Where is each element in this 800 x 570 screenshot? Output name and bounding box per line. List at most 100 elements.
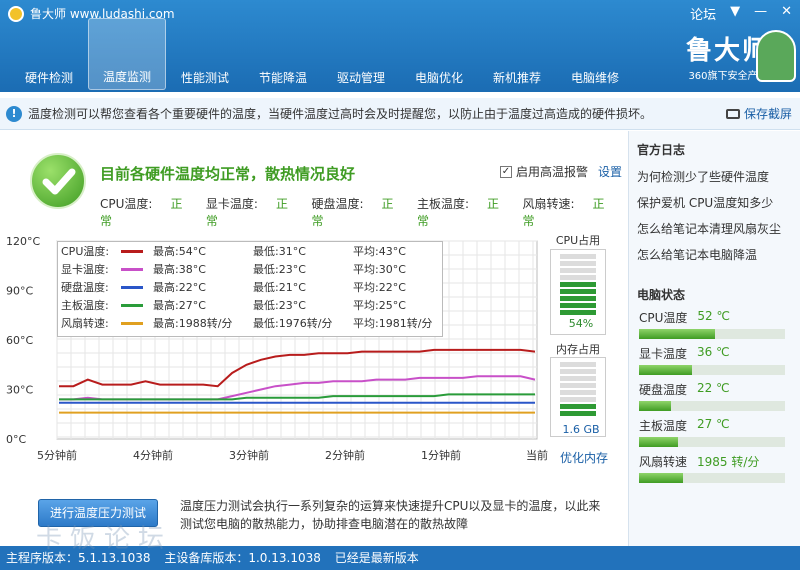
legend-max: 最高:38°C [153, 263, 206, 276]
screen-broom-icon [417, 23, 461, 65]
pc-status-bar-fill [639, 437, 679, 447]
legend-swatch [121, 303, 143, 307]
x-tick-label: 当前 [526, 448, 548, 462]
news-list: 为何检测少了些硬件温度 保护爱机 CPU温度知多少 怎么给笔记本清理风扇灰尘 怎… [629, 164, 800, 268]
legend-row: 风扇转速: 最高:1988转/分 最低:1976转/分 平均:1981转/分 [58, 314, 442, 332]
legend-swatch [121, 267, 143, 271]
news-item[interactable]: 为何检测少了些硬件温度 [637, 164, 800, 190]
x-tick-label: 3分钟前 [229, 448, 269, 462]
pc-status-bar [639, 401, 785, 411]
news-title: 官方日志 [637, 143, 686, 157]
meter-segment [560, 390, 596, 395]
meter-segment [560, 254, 596, 259]
pc-status-item: 主板温度 27 ℃ [629, 417, 800, 447]
legend-avg: 平均:30°C [353, 263, 406, 276]
pc-status-title: 电脑状态 [637, 288, 686, 302]
meter-segment [560, 268, 596, 273]
pc-status-bar-fill [639, 401, 672, 411]
info-icon: ! [6, 105, 22, 122]
pc-status-label: 风扇转速 [639, 455, 688, 469]
meter-segment [560, 275, 596, 280]
pc-status-label: 显卡温度 [639, 347, 688, 361]
pc-status-value: 22 ℃ [697, 381, 730, 395]
menu-icon[interactable]: ▼ [730, 4, 740, 23]
optimize-memory-link[interactable]: 优化内存 [560, 449, 608, 466]
close-icon[interactable]: ✕ [781, 4, 792, 23]
pc-status-bar-fill [639, 365, 692, 375]
pc-status-label: 硬盘温度 [639, 383, 688, 397]
tab-pc-optimize[interactable]: 电脑优化 [400, 18, 478, 90]
save-screenshot-button[interactable]: 保存截屏 [725, 105, 792, 122]
pc-status-bar [639, 329, 785, 339]
thermometer-icon [105, 22, 149, 64]
meter-segment [560, 289, 596, 294]
x-tick-label: 5分钟前 [37, 448, 77, 462]
pc-status-value: 52 ℃ [697, 309, 730, 323]
pc-status-bar-fill [639, 473, 683, 483]
tab-temperature-monitor[interactable]: 温度监测 [88, 18, 166, 90]
legend-name: CPU温度: [61, 245, 110, 258]
pc-status-item: 硬盘温度 22 ℃ [629, 381, 800, 411]
x-tick-label: 1分钟前 [421, 448, 461, 462]
meter-segment [560, 261, 596, 266]
y-tick-label: 0°C [6, 433, 26, 446]
meter-segment [560, 397, 596, 402]
tab-label: 电脑优化 [414, 71, 463, 85]
news-item[interactable]: 保护爱机 CPU温度知多少 [637, 190, 800, 216]
pc-status-value: 27 ℃ [697, 417, 730, 431]
legend-swatch [121, 285, 143, 289]
legend-avg: 平均:22°C [353, 281, 406, 294]
legend-avg: 平均:25°C [353, 299, 406, 312]
legend-max: 最高:1988转/分 [153, 317, 233, 330]
legend-swatch [121, 249, 143, 253]
cpu-usage-value: 54% [568, 317, 594, 330]
meter-segment [560, 404, 596, 409]
meter-segment [560, 362, 596, 367]
news-item[interactable]: 怎么给笔记本清理风扇灰尘 [637, 216, 800, 242]
legend-avg: 平均:1981转/分 [353, 317, 433, 330]
legend-row: 硬盘温度: 最高:22°C 最低:21°C 平均:22°C [58, 278, 442, 296]
legend-name: 显卡温度: [61, 263, 109, 276]
legend-swatch [121, 321, 143, 325]
pc-status-value: 1985 转/分 [697, 455, 760, 469]
tab-driver-management[interactable]: 驱动管理 [322, 18, 400, 90]
tab-new-machine[interactable]: 新机推荐 [478, 18, 556, 90]
tab-pc-repair[interactable]: 电脑维修 [556, 18, 634, 90]
main-panel: 目前各硬件温度均正常，散热情况良好 ✓ 启用高温报警 设置 CPU温度: 正常 显… [0, 131, 628, 546]
minimize-icon[interactable]: — [754, 4, 767, 23]
watermark: 卡饭论坛 [36, 524, 173, 554]
info-text: 温度检测可以帮您查看各个重要硬件的温度，当硬件温度过高时会及时提醒您，以防止由于… [28, 107, 653, 121]
update-status: 已经是最新版本 [334, 551, 419, 565]
legend-name: 风扇转速: [61, 317, 109, 330]
x-tick-label: 2分钟前 [325, 448, 365, 462]
pc-status-bar [639, 473, 785, 483]
tab-label: 温度监测 [102, 70, 151, 84]
tab-label: 性能测试 [180, 71, 229, 85]
legend-max: 最高:27°C [153, 299, 206, 312]
tab-hardware-detect[interactable]: 硬件检测 [10, 18, 88, 90]
pc-status-bar-fill [639, 329, 715, 339]
mem-usage-title: 内存占用 [556, 343, 600, 356]
mascot-icon [756, 30, 796, 82]
tab-performance-test[interactable]: 性能测试 [166, 18, 244, 90]
x-tick-label: 4分钟前 [133, 448, 173, 462]
tab-label: 电脑维修 [570, 71, 619, 85]
legend-row: 显卡温度: 最高:38°C 最低:23°C 平均:30°C [58, 260, 442, 278]
news-item[interactable]: 怎么给笔记本电脑降温 [637, 242, 800, 268]
legend-row: CPU温度: 最高:54°C 最低:31°C 平均:43°C [58, 242, 442, 260]
forum-link[interactable]: 论坛 [690, 4, 716, 23]
info-bar: ! 温度检测可以帮您查看各个重要硬件的温度，当硬件温度过高时会及时提醒您，以防止… [0, 98, 800, 130]
pc-status-label: 主板温度 [639, 419, 688, 433]
legend-row: 主板温度: 最高:27°C 最低:23°C 平均:25°C [58, 296, 442, 314]
tab-label: 新机推荐 [492, 71, 541, 85]
y-tick-label: 60°C [6, 334, 33, 347]
pc-status-item: 风扇转速 1985 转/分 [629, 453, 800, 483]
save-screenshot-label: 保存截屏 [743, 107, 792, 121]
meter-segment [560, 310, 596, 315]
meter-segment [560, 383, 596, 388]
tab-energy-saving[interactable]: 节能降温 [244, 18, 322, 90]
pc-status-label: CPU温度 [639, 311, 688, 325]
mem-usage-value: 1.6 GB [562, 423, 600, 436]
tab-label: 节能降温 [258, 71, 307, 85]
right-sidebar: 官方日志 为何检测少了些硬件温度 保护爱机 CPU温度知多少 怎么给笔记本清理风… [628, 131, 800, 546]
